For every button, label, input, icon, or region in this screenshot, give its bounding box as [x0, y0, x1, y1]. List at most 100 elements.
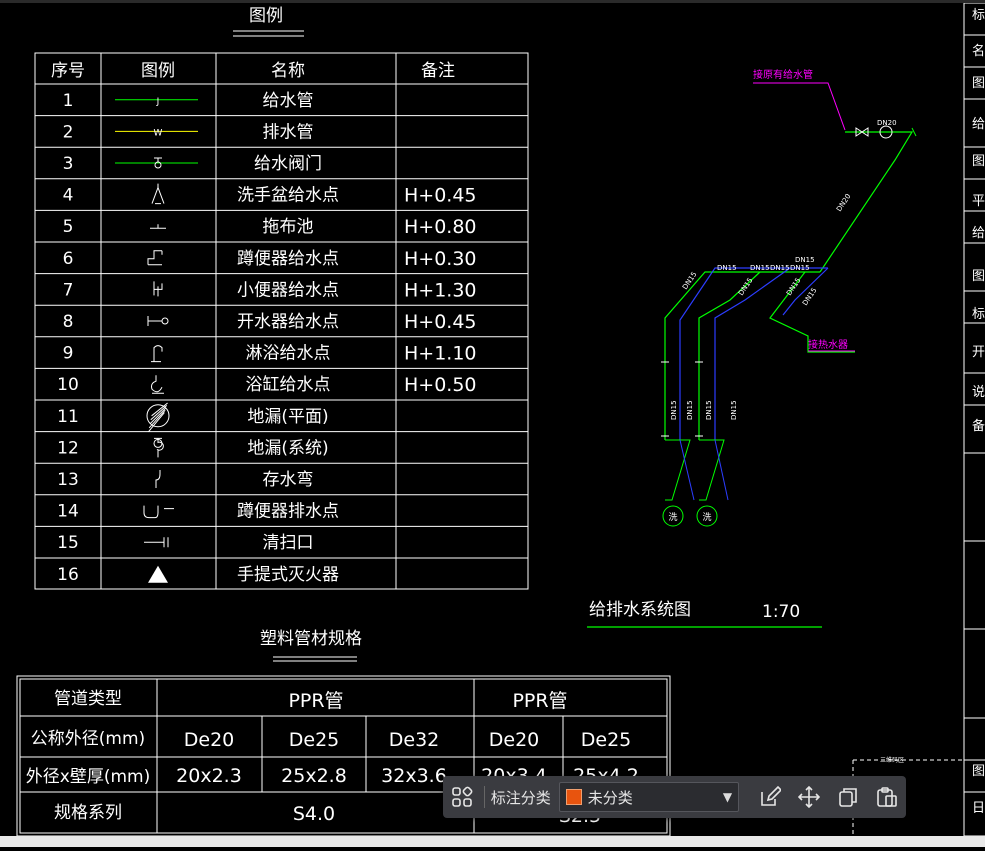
system-diagram-scale: 1:70: [762, 602, 800, 622]
legend-row-name: 排水管: [263, 122, 314, 142]
legend-symbol-9: [151, 345, 163, 363]
pipe-series-group1: S4.0: [293, 803, 335, 825]
legend-row-name: 地漏(平面): [247, 407, 328, 427]
title-block-label: 图: [972, 269, 985, 284]
system-diagram: 接原有给水管 DN20 DN20 DN15 DN15 DN15 DN15 DN1…: [587, 68, 917, 628]
dn-label: DN15: [730, 400, 738, 420]
legend-symbol-10: [151, 375, 164, 394]
title-block-cells: 标名图给水图平给图标开说备图日: [964, 2, 985, 837]
legend-row-no: 16: [57, 565, 79, 585]
legend-row-name: 蹲便器排水点: [237, 502, 339, 522]
title-block-label: 平: [972, 194, 985, 209]
dn-label: DN15: [686, 400, 694, 420]
legend-row-name: 蹲便器给水点: [237, 249, 339, 269]
dn-label: DN15: [770, 264, 790, 272]
dn-label: DN15: [717, 264, 737, 272]
fixture-pipe: [665, 439, 691, 501]
grid-icon[interactable]: [443, 776, 482, 818]
hot-water-branch: [714, 267, 791, 440]
title-block-label: 给水: [972, 117, 985, 132]
legend-row-no: 6: [63, 249, 74, 269]
legend-row-name: 存水弯: [263, 470, 314, 490]
paste-icon[interactable]: [867, 776, 906, 818]
legend-row-name: 拖布池: [263, 217, 314, 237]
dn-label: DN15: [785, 276, 803, 297]
legend-row-name: 小便器给水点: [237, 280, 339, 300]
pipe-thickness: 20x2.3: [176, 765, 242, 787]
title-block-label: 图: [972, 764, 985, 779]
qr-area-label: 二维码区: [880, 756, 904, 764]
legend-row-name: 地漏(系统): [247, 438, 328, 458]
category-select[interactable]: 未分类 ▼: [558, 782, 740, 812]
pipe-joints: [661, 361, 703, 437]
title-block-label: 图: [972, 76, 985, 91]
dn-label: DN15: [801, 286, 819, 307]
legend-symbol-7: [153, 281, 163, 297]
title-block-label: 日: [972, 801, 985, 816]
title-block-label: 图: [972, 154, 985, 169]
legend-row-no: 5: [63, 217, 74, 237]
legend-row-note: H+1.30: [404, 279, 477, 301]
legend-symbol-4: [151, 183, 165, 205]
legend-row-no: 1: [63, 91, 74, 111]
legend-row-no: 11: [57, 407, 79, 427]
dn-label: DN15: [790, 264, 810, 272]
legend-row-no: 8: [63, 312, 74, 332]
dn-label: DN20: [835, 192, 853, 213]
label-connect-existing: 接原有给水管: [753, 68, 813, 81]
legend-symbol-11: [146, 402, 170, 433]
edit-icon[interactable]: [751, 776, 790, 818]
dn-label: DN20: [877, 119, 897, 127]
legend-row-name: 清扫口: [263, 533, 314, 553]
pipe-dim: De20: [489, 729, 540, 751]
pipe-thickness: 25x2.8: [281, 765, 347, 787]
legend-row-name: 开水器给水点: [237, 312, 339, 332]
legend-symbol-5: [150, 224, 166, 229]
legend-symbol-3: [115, 157, 198, 169]
pipe-dim: De32: [389, 729, 440, 751]
legend-row-note: H+0.45: [404, 185, 477, 207]
legend-row-no: 13: [57, 470, 79, 490]
legend-header-no: 序号: [51, 61, 85, 81]
legend-header-name: 名称: [271, 61, 305, 81]
annotation-toolbar: 标注分类 未分类 ▼: [443, 776, 906, 818]
legend-row-name: 浴缸给水点: [246, 374, 331, 395]
legend-row-no: 10: [57, 375, 79, 395]
dn-label: DN15: [670, 400, 678, 420]
cad-drawing[interactable]: 图例 序号 图例 名称 备注 1 给水管 J 2 排水管 W 3 给水阀门 4 洗手盆给水点 H+0…: [0, 0, 985, 847]
move-icon[interactable]: [790, 776, 829, 818]
legend-row-no: 2: [63, 122, 74, 142]
title-block-label: 标: [972, 8, 985, 23]
legend-symbol-15: [144, 537, 169, 548]
legend-row-no: 12: [57, 438, 79, 458]
legend-row-name: 给水阀门: [254, 154, 322, 174]
cad-drawing-canvas[interactable]: 图例 序号 图例 名称 备注 1 给水管 J 2 排水管 W 3 给水阀门 4 洗手盆给水点 H+0…: [0, 0, 985, 847]
legend-row-note: H+0.45: [404, 311, 477, 333]
legend-title: 图例: [249, 6, 283, 26]
legend-symbol-6: [147, 250, 163, 266]
top-window-strip: [0, 0, 985, 3]
legend-symbol-2: W: [115, 128, 198, 138]
legend-row-no: 7: [63, 280, 74, 300]
system-diagram-title: 给排水系统图: [589, 600, 691, 620]
category-label: 标注分类: [490, 788, 551, 807]
legend-symbol-12: [153, 437, 164, 458]
selected-category: 未分类: [587, 788, 633, 807]
legend-symbol-13: [155, 470, 161, 488]
dn-label: DN15: [750, 264, 770, 272]
pipe-spec-row-label: 管道类型: [54, 689, 122, 709]
drain-pipe-letter: W: [154, 128, 163, 138]
legend-row-no: 3: [63, 154, 74, 174]
legend-row-name: 淋浴给水点: [246, 344, 331, 364]
main-supply-pipe: [819, 131, 914, 273]
dn-label: DN15: [795, 256, 815, 264]
pipe-spec-title: 塑料管材规格: [260, 629, 362, 649]
connect-callout-leader: [753, 82, 846, 131]
legend-row-name: 手提式灭火器: [237, 565, 339, 585]
pipe-spec-row-label: 公称外径(mm): [31, 729, 145, 749]
legend-row-note: H+0.80: [404, 216, 477, 238]
legend-row-note: H+1.10: [404, 343, 477, 365]
legend-header-symbol: 图例: [141, 61, 175, 81]
copy-icon[interactable]: [829, 776, 868, 818]
category-color-swatch: [565, 789, 582, 805]
